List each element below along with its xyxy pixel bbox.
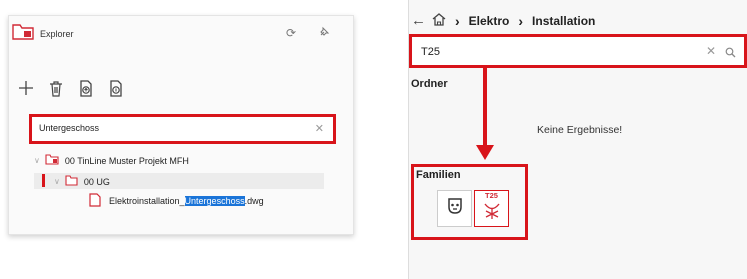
breadcrumb-item[interactable]: Installation [532,14,595,28]
family-item[interactable] [437,190,472,227]
t25-lamp-symbol-icon [482,200,502,225]
breadcrumb-item[interactable]: Elektro [469,14,510,28]
breadcrumb-chevron-icon: › [455,12,460,29]
explorer-search-input[interactable] [39,123,309,133]
tree-item-label: 00 UG [83,176,110,187]
tree-item-project[interactable]: ∨ 00 TinLine Muster Projekt MFH [34,154,189,167]
family-search-box: ✕ [409,34,747,68]
folder-red-icon [12,22,34,45]
family-badge: T25 [485,191,498,200]
upload-file-button[interactable] [75,77,97,99]
clear-search-icon[interactable]: ✕ [315,122,324,135]
no-results-message: Keine Ergebnisse! [537,124,623,136]
explorer-title: Explorer [40,28,74,39]
clear-search-icon[interactable]: ✕ [706,44,716,58]
folders-section-label: Ordner [411,78,448,90]
search-icon[interactable] [725,45,736,63]
delete-button[interactable] [45,77,67,99]
chevron-down-icon[interactable]: ∨ [54,177,60,186]
annotation-arrow-head [476,145,494,160]
breadcrumb-chevron-icon: › [518,12,524,29]
file-name-highlight: Untergeschoss [184,196,245,206]
file-name-prefix: Elektroinstallation_ [109,196,185,206]
back-arrow-icon[interactable]: ← [411,12,426,29]
chevron-down-icon[interactable]: ∨ [34,156,40,165]
home-icon[interactable] [432,12,446,29]
annotation-arrow [483,68,487,148]
annotation-marker [42,174,45,187]
family-item[interactable]: T25 [474,190,509,227]
family-search-input[interactable] [421,46,671,58]
add-button[interactable] [15,77,37,99]
explorer-toolbar [15,77,135,99]
tree-item-file[interactable]: Elektroinstallation_ Untergeschoss .dwg [89,193,264,209]
explorer-search-box: ✕ [29,114,336,144]
folder-icon [65,175,78,188]
refresh-icon[interactable]: ⟳ [286,26,296,40]
sync-file-button[interactable] [105,77,127,99]
project-folder-icon [45,154,59,167]
file-name-suffix: .dwg [244,196,264,206]
breadcrumb: ← › Elektro › Installation [411,12,595,29]
file-icon [89,193,101,209]
explorer-header: Explorer [12,22,74,45]
pin-icon[interactable] [318,26,330,41]
families-section-label: Familien [416,169,461,181]
socket-symbol-icon [445,196,465,221]
tree-item-label: 00 TinLine Muster Projekt MFH [64,155,189,166]
tree-item-folder[interactable]: ∨ 00 UG [54,175,110,188]
